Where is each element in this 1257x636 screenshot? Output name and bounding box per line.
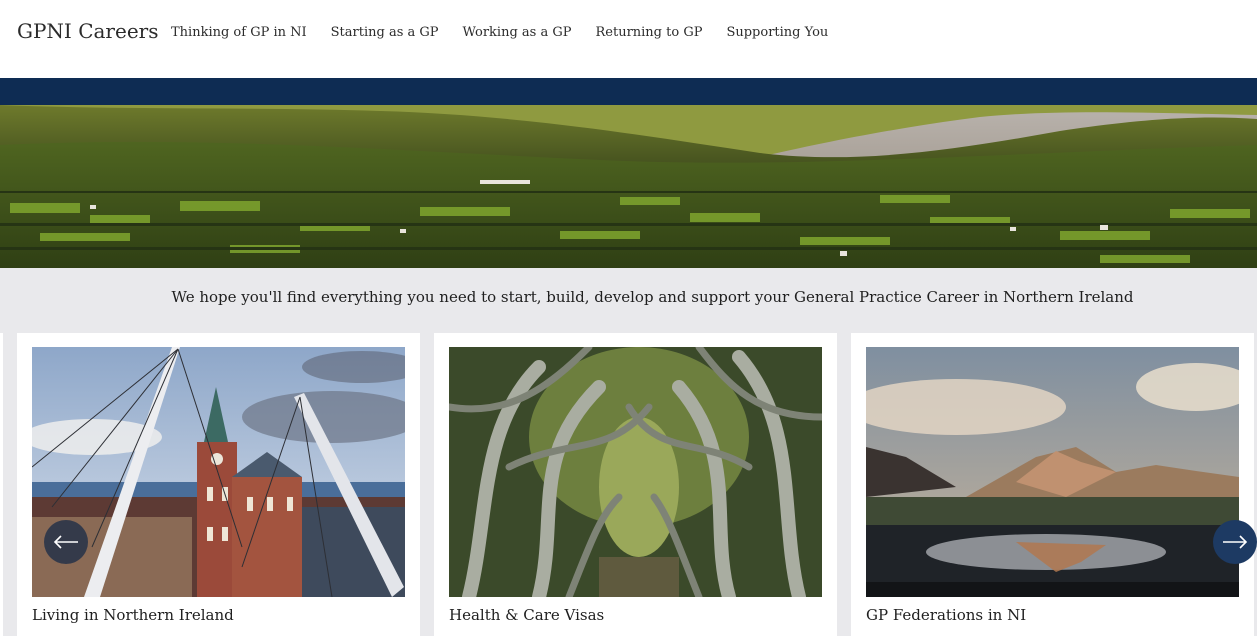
nav-item-thinking-of-gp[interactable]: Thinking of GP in NI [171,25,307,40]
arrow-right-icon [1223,535,1248,549]
card-living-in-ni[interactable]: Living in Northern Ireland [17,333,420,636]
site-header: GPNI Careers Thinking of GP in NI Starti… [0,0,1257,78]
carousel-next-button[interactable] [1213,520,1257,564]
navy-banner-strip [0,78,1257,105]
site-logo-link[interactable]: GPNI Careers [17,19,158,43]
card-title-health-care-visas[interactable]: Health & Care Visas [449,606,604,624]
card-gp-federations[interactable]: GP Federations in NI [851,333,1254,636]
intro-text: We hope you'll find everything you need … [171,288,1134,306]
dark-hedges-trees-photo [449,347,822,597]
card-title-gp-federations[interactable]: GP Federations in NI [866,606,1026,624]
content-carousel: Living in Northern Ireland Health & Care… [0,333,1257,636]
card-health-care-visas[interactable]: Health & Care Visas [434,333,837,636]
mourne-mountain-reflection-photo [866,347,1239,597]
main-navigation: Thinking of GP in NI Starting as a GP Wo… [171,25,852,40]
nav-item-supporting-you[interactable]: Supporting You [726,25,828,40]
card-peek-previous [0,333,3,636]
carousel-prev-button[interactable] [44,520,88,564]
arrow-left-icon [53,535,78,549]
nav-item-returning-to-gp[interactable]: Returning to GP [595,25,702,40]
nav-item-starting-as-gp[interactable]: Starting as a GP [331,25,439,40]
card-title-living-in-ni[interactable]: Living in Northern Ireland [32,606,234,624]
nav-item-working-as-gp[interactable]: Working as a GP [463,25,572,40]
derry-peace-bridge-guildhall-photo [32,347,405,597]
hero-landscape-image [0,105,1257,268]
